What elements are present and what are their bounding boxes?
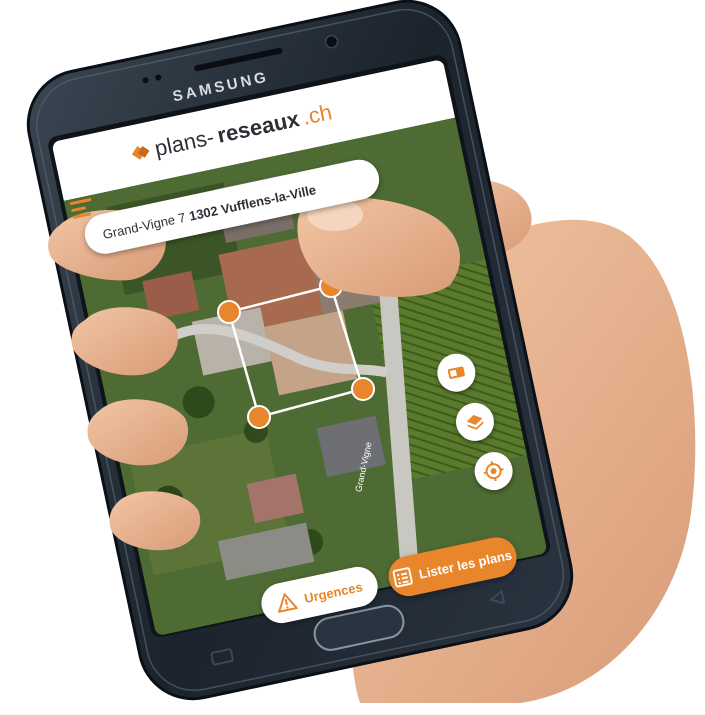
layers-icon xyxy=(466,415,484,430)
warning-icon xyxy=(278,592,299,613)
logo-strong: reseaux xyxy=(214,106,302,148)
logo-tld: .ch xyxy=(300,99,335,130)
urgences-button[interactable]: Urgences xyxy=(257,563,382,627)
list-icon xyxy=(392,567,413,588)
eraser-button[interactable] xyxy=(433,350,479,396)
logo-mark-icon xyxy=(131,146,150,160)
address-street: Grand-Vigne 7 xyxy=(101,209,187,242)
list-plans-label: Lister les plans xyxy=(417,546,514,582)
list-plans-button[interactable]: Lister les plans xyxy=(384,533,521,600)
locate-icon xyxy=(483,461,504,482)
address-locality: 1302 Vufflens-la-Ville xyxy=(187,181,318,224)
layers-button[interactable] xyxy=(452,399,498,445)
menu-icon[interactable] xyxy=(69,197,94,220)
eraser-icon xyxy=(447,366,465,379)
logo-prefix: plans- xyxy=(152,124,217,162)
urgences-label: Urgences xyxy=(302,578,364,606)
app-logo: plans-reseaux .ch xyxy=(127,99,334,167)
